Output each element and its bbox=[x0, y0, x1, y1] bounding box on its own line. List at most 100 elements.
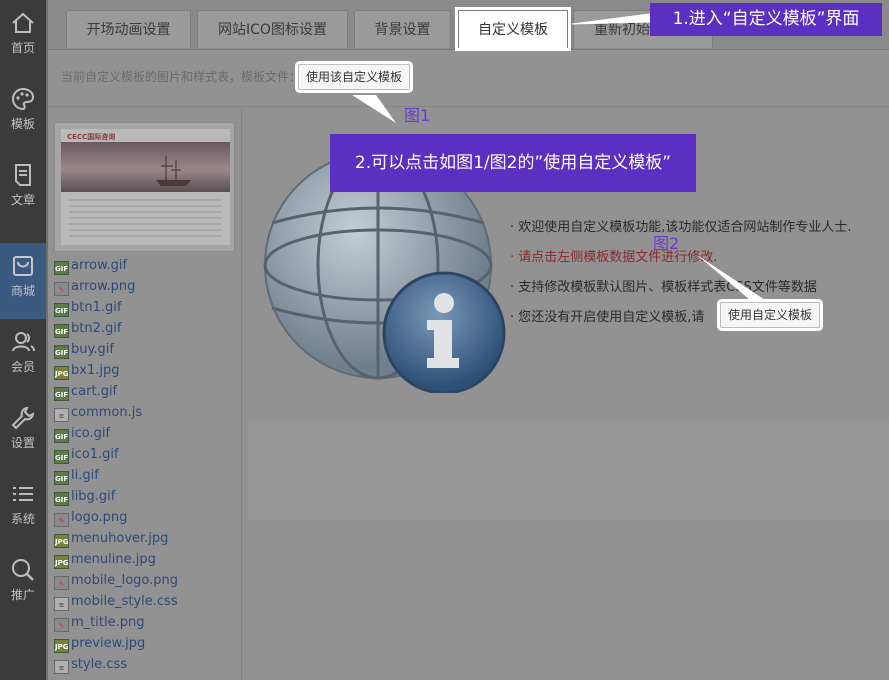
txt-file-icon: ≡ bbox=[54, 660, 69, 674]
template-preview-thumbnail[interactable]: CECC国际咨询 bbox=[54, 122, 235, 252]
figure2-label: 图2 bbox=[653, 234, 680, 253]
file-list-item[interactable]: GIF buy.gif bbox=[54, 339, 114, 360]
file-name: ico.gif bbox=[71, 426, 111, 441]
file-name: li.gif bbox=[71, 468, 99, 483]
file-name: bx1.jpg bbox=[71, 363, 120, 378]
gif-file-icon: GIF bbox=[54, 471, 69, 485]
file-list-item[interactable]: JPG menuline.jpg bbox=[54, 549, 156, 570]
txt-file-icon: ≡ bbox=[54, 597, 69, 611]
file-list-item[interactable]: GIF cart.gif bbox=[54, 381, 117, 402]
sidebar-item-mall[interactable]: 商城 bbox=[0, 243, 46, 319]
file-name: btn2.gif bbox=[71, 321, 122, 336]
file-list-item[interactable]: ✎ logo.png bbox=[54, 507, 127, 528]
sidebar-item-label: 文章 bbox=[10, 193, 35, 207]
gif-file-icon: GIF bbox=[54, 492, 69, 506]
png-file-icon: ✎ bbox=[54, 618, 69, 632]
sidebar-item-system[interactable]: 系统 bbox=[0, 471, 46, 547]
step2-callout: 2.可以点击如图1/图2的”使用自定义模板” bbox=[330, 134, 696, 192]
gif-file-icon: GIF bbox=[54, 261, 69, 275]
jpg-file-icon: JPG bbox=[54, 534, 69, 548]
file-list-item[interactable]: GIF btn1.gif bbox=[54, 297, 121, 318]
file-name: logo.png bbox=[71, 510, 128, 525]
file-list-item[interactable]: ≡ mobile_style.css bbox=[54, 591, 178, 612]
info-welcome-text: · 欢迎使用自定义模板功能,该功能仅适合网站制作专业人士. bbox=[510, 220, 852, 235]
file-name: cart.gif bbox=[71, 384, 118, 399]
sidebar-item-member[interactable]: 会员 bbox=[0, 319, 46, 395]
txt-file-icon: ≡ bbox=[54, 408, 69, 422]
sidebar-item-label: 设置 bbox=[10, 436, 35, 450]
sidebar-item-article[interactable]: 文章 bbox=[0, 152, 46, 228]
home-icon bbox=[12, 12, 34, 33]
file-list-item[interactable]: JPG bx1.jpg bbox=[54, 360, 119, 381]
sidebar-item-home[interactable]: 首页 bbox=[0, 0, 46, 76]
file-name: mobile_style.css bbox=[71, 594, 178, 609]
file-name: m_title.png bbox=[71, 615, 145, 630]
gif-file-icon: GIF bbox=[54, 303, 69, 317]
file-name: common.js bbox=[71, 405, 143, 420]
sidebar-item-label: 推广 bbox=[10, 588, 35, 602]
ship-image bbox=[156, 156, 191, 186]
document-icon bbox=[15, 164, 31, 186]
file-name: arrow.png bbox=[71, 279, 136, 294]
list-icon bbox=[13, 487, 33, 501]
jpg-file-icon: JPG bbox=[54, 639, 69, 653]
file-list-item[interactable]: GIF ico1.gif bbox=[54, 444, 119, 465]
bag-icon bbox=[13, 256, 33, 276]
preview-banner bbox=[61, 142, 230, 192]
sidebar-item-label: 模板 bbox=[10, 117, 35, 131]
file-name: mobile_logo.png bbox=[71, 573, 179, 588]
file-list-item[interactable]: GIF li.gif bbox=[54, 465, 99, 486]
jpg-file-icon: JPG bbox=[54, 555, 69, 569]
step1-callout: 1.进入“自定义模板”界面 bbox=[650, 3, 882, 36]
tab-intro-animation[interactable]: 开场动画设置 bbox=[66, 10, 191, 48]
file-list-item[interactable]: JPG menuhover.jpg bbox=[54, 528, 168, 549]
sidebar-item-promote[interactable]: 推广 bbox=[0, 547, 46, 623]
sidebar-item-settings[interactable]: 设置 bbox=[0, 395, 46, 471]
file-list-item[interactable]: ≡ style.css bbox=[54, 654, 127, 675]
info-edit-hint-text: · 请点击左侧模板数据文件进行修改. bbox=[510, 250, 718, 265]
tab-background[interactable]: 背景设置 bbox=[354, 10, 451, 48]
file-name: arrow.gif bbox=[71, 258, 128, 273]
tab-custom-template[interactable]: 自定义模板 bbox=[458, 10, 568, 48]
file-list-item[interactable]: GIF ico.gif bbox=[54, 423, 110, 444]
file-list-item[interactable]: GIF libg.gif bbox=[54, 486, 115, 507]
file-name: menuline.jpg bbox=[71, 552, 156, 567]
gif-file-icon: GIF bbox=[54, 429, 69, 443]
file-list-item[interactable]: GIF btn2.gif bbox=[54, 318, 121, 339]
file-list-item[interactable]: JPG preview.jpg bbox=[54, 633, 145, 654]
tab-site-ico[interactable]: 网站ICO图标设置 bbox=[197, 10, 348, 48]
png-file-icon: ✎ bbox=[54, 576, 69, 590]
file-panel: CECC国际咨询 GIF arrow.gif ✎ arrow.png GIF btn1.g… bbox=[48, 108, 242, 680]
file-name: buy.gif bbox=[71, 342, 114, 357]
sidebar: 首页 模板 文章 商城 会员 设置 系统 推广 bbox=[0, 0, 46, 680]
use-template-button-top[interactable]: 使用该自定义模板 bbox=[298, 64, 410, 90]
gif-file-icon: GIF bbox=[54, 450, 69, 464]
use-template-button-inline[interactable]: 使用自定义模板 bbox=[720, 302, 820, 328]
preview-logo-text: CECC国际咨询 bbox=[67, 133, 116, 141]
file-list-item[interactable]: ✎ arrow.png bbox=[54, 276, 135, 297]
template-toolbar: 当前自定义模板的图片和样式表，模板文件： bbox=[48, 51, 889, 107]
gif-file-icon: GIF bbox=[54, 345, 69, 359]
sidebar-item-label: 会员 bbox=[10, 360, 35, 374]
file-name: ico1.gif bbox=[71, 447, 119, 462]
users-icon bbox=[12, 332, 35, 352]
palette-icon bbox=[12, 87, 35, 111]
sidebar-item-template[interactable]: 模板 bbox=[0, 76, 46, 152]
png-file-icon: ✎ bbox=[54, 282, 69, 296]
file-list-item[interactable]: ✎ mobile_logo.png bbox=[54, 570, 178, 591]
file-name: style.css bbox=[71, 657, 127, 672]
file-list-item[interactable]: ≡ common.js bbox=[54, 402, 142, 423]
sidebar-item-label: 首页 bbox=[10, 41, 35, 55]
empty-panel bbox=[248, 420, 889, 520]
jpg-file-icon: JPG bbox=[54, 366, 69, 380]
wrench-icon bbox=[11, 406, 35, 430]
main-content: 开场动画设置 网站ICO图标设置 背景设置 自定义模板 重新初始化模板 当前自定… bbox=[48, 0, 889, 680]
file-list-item[interactable]: GIF arrow.gif bbox=[54, 255, 127, 276]
file-name: btn1.gif bbox=[71, 300, 122, 315]
figure1-label: 图1 bbox=[404, 106, 431, 125]
template-files-caption: 当前自定义模板的图片和样式表，模板文件： bbox=[61, 70, 302, 84]
png-file-icon: ✎ bbox=[54, 513, 69, 527]
file-list-item[interactable]: ✎ m_title.png bbox=[54, 612, 144, 633]
sidebar-item-label: 系统 bbox=[10, 512, 35, 526]
search-icon bbox=[12, 559, 34, 581]
